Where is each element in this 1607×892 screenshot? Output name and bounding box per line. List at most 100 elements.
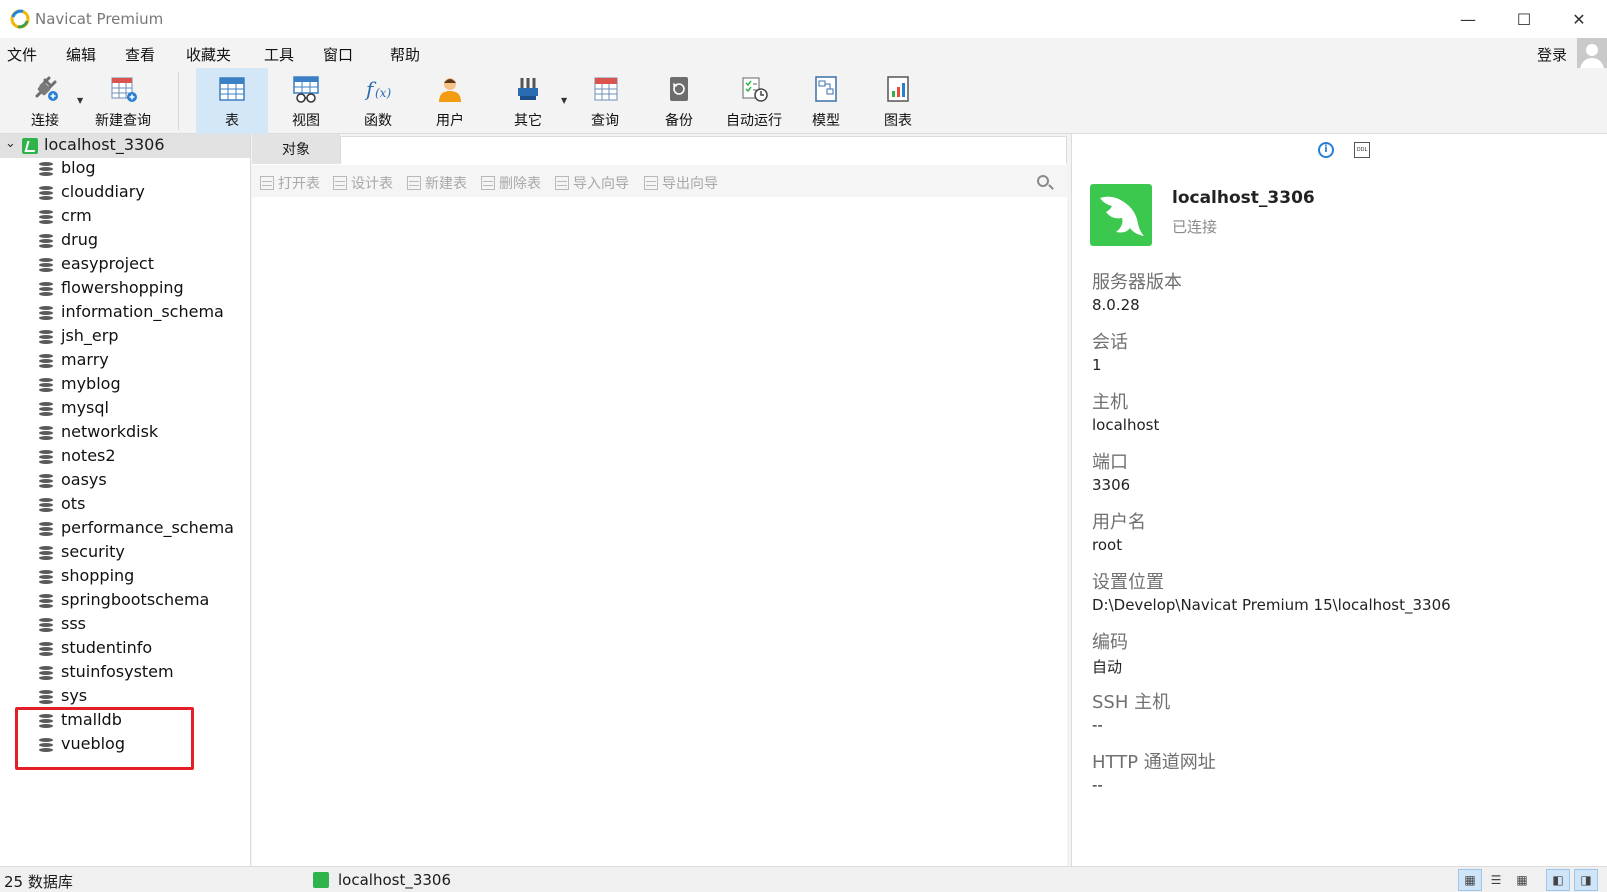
info-field-value: D:\Develop\Navicat Premium 15\localhost_… (1092, 596, 1451, 614)
object-pane: 对象 打开表 设计表 新建表 删除表 导入向导 导出向导 (252, 134, 1067, 866)
tree-database-item[interactable]: networkdisk (0, 422, 250, 446)
database-label: crm (61, 206, 92, 225)
database-icon (39, 330, 53, 346)
tab-objects[interactable]: 对象 (252, 134, 340, 164)
open-table-button[interactable]: 打开表 (260, 173, 320, 193)
tree-database-item[interactable]: jsh_erp (0, 326, 250, 350)
info-field-value: -- (1092, 776, 1103, 794)
database-label: easyproject (61, 254, 154, 273)
database-label: blog (61, 158, 96, 177)
toolbar-automation-label: 自动运行 (726, 113, 782, 129)
mysql-dolphin-icon (1090, 184, 1152, 246)
database-icon (39, 378, 53, 394)
tree-database-item[interactable]: blog (0, 158, 250, 182)
tree-connection-localhost[interactable]: ⌄ localhost_3306 (0, 134, 250, 158)
toolbar-table[interactable]: 表 (196, 68, 268, 134)
tree-database-item[interactable]: oasys (0, 470, 250, 494)
search-icon[interactable] (1037, 175, 1049, 187)
menu-window[interactable]: 窗口 (323, 44, 353, 65)
database-icon (39, 594, 53, 610)
tree-database-item[interactable]: flowershopping (0, 278, 250, 302)
tree-database-item[interactable]: mysql (0, 398, 250, 422)
menu-favorites[interactable]: 收藏夹 (186, 44, 231, 65)
info-field-value: 8.0.28 (1092, 296, 1140, 314)
toolbar-backup-label: 备份 (665, 113, 693, 129)
info-connection-status: 已连接 (1172, 218, 1218, 236)
tree-database-item[interactable]: drug (0, 230, 250, 254)
toggle-right-panel-icon[interactable]: ◨ (1574, 869, 1598, 891)
tree-database-item[interactable]: information_schema (0, 302, 250, 326)
menu-tools[interactable]: 工具 (264, 44, 294, 65)
toolbar-new-query[interactable]: 新建查询 (88, 68, 158, 134)
database-icon (39, 570, 53, 586)
tree-database-item[interactable]: performance_schema (0, 518, 250, 542)
toolbar-query[interactable]: 查询 (577, 68, 633, 134)
tree-database-item[interactable]: marry (0, 350, 250, 374)
list-view-icon[interactable]: ☰ (1484, 869, 1508, 891)
chevron-down-icon[interactable]: ▼ (561, 96, 567, 105)
delete-table-button[interactable]: 删除表 (481, 173, 541, 193)
tree-database-item[interactable]: crm (0, 206, 250, 230)
toolbar-function[interactable]: f (x) 函数 (350, 68, 406, 134)
tree-database-item[interactable]: stuinfosystem (0, 662, 250, 686)
tree-database-item[interactable]: security (0, 542, 250, 566)
tree-database-item[interactable]: clouddiary (0, 182, 250, 206)
status-connection: localhost_3306 (338, 871, 452, 889)
database-icon (39, 234, 53, 250)
tree-database-item[interactable]: shopping (0, 566, 250, 590)
info-field-label: HTTP 通道网址 (1092, 752, 1216, 773)
database-icon (39, 642, 53, 658)
database-label: oasys (61, 470, 107, 489)
menu-view[interactable]: 查看 (125, 44, 155, 65)
toolbar-automation[interactable]: 自动运行 (718, 68, 790, 134)
info-field-label: 编码 (1092, 632, 1128, 653)
toolbar-model[interactable]: 模型 (798, 68, 854, 134)
detail-view-icon[interactable]: ▦ (1510, 869, 1534, 891)
toolbar-model-label: 模型 (812, 113, 840, 129)
tree-database-item[interactable]: easyproject (0, 254, 250, 278)
tree-database-item[interactable]: sss (0, 614, 250, 638)
tree-database-item[interactable]: ots (0, 494, 250, 518)
chevron-down-icon[interactable]: ▼ (77, 96, 83, 105)
toolbar-connect[interactable]: 连接 (18, 68, 72, 134)
new-table-button[interactable]: 新建表 (407, 173, 467, 193)
grid-view-icon[interactable]: ▦ (1458, 869, 1482, 891)
login-link[interactable]: 登录 (1537, 44, 1567, 65)
import-wizard-button[interactable]: 导入向导 (555, 173, 629, 193)
info-icon[interactable]: i (1318, 142, 1334, 158)
database-label: flowershopping (61, 278, 184, 297)
menu-help[interactable]: 帮助 (390, 44, 420, 65)
menu-edit[interactable]: 编辑 (66, 44, 96, 65)
table-design-icon (333, 176, 347, 190)
tree-database-item[interactable]: notes2 (0, 446, 250, 470)
main-toolbar: 连接 ▼ 新建查询 表 视图 f (x) 函数 用户 其它 ▼ 查询 备份 自动… (0, 68, 1607, 134)
automation-icon (742, 77, 768, 102)
maximize-button[interactable]: ☐ (1496, 0, 1552, 38)
toolbar-function-label: 函数 (364, 113, 392, 129)
database-label: drug (61, 230, 99, 249)
toolbar-backup[interactable]: 备份 (651, 68, 707, 134)
tree-database-item[interactable]: myblog (0, 374, 250, 398)
export-wizard-button[interactable]: 导出向导 (644, 173, 718, 193)
info-field-label: 会话 (1092, 332, 1128, 353)
info-field-value: 3306 (1092, 476, 1131, 494)
toolbar-others[interactable]: 其它 (500, 68, 556, 134)
toggle-left-panel-icon[interactable]: ◧ (1546, 869, 1570, 891)
toolbar-user[interactable]: 用户 (422, 68, 478, 134)
table-delete-icon (481, 176, 495, 190)
design-table-button[interactable]: 设计表 (333, 173, 393, 193)
tree-database-item[interactable]: springbootschema (0, 590, 250, 614)
tree-database-item[interactable]: studentinfo (0, 638, 250, 662)
toolbar-view[interactable]: 视图 (278, 68, 334, 134)
database-icon (39, 258, 53, 274)
toolbar-chart[interactable]: 图表 (870, 68, 926, 134)
minimize-button[interactable]: — (1440, 0, 1496, 38)
model-icon (815, 76, 837, 102)
database-label: marry (61, 350, 109, 369)
close-button[interactable]: ✕ (1551, 0, 1607, 38)
database-icon (39, 450, 53, 466)
avatar[interactable] (1577, 38, 1607, 70)
ddl-icon[interactable]: DDL (1354, 142, 1370, 158)
chevron-down-icon[interactable]: ⌄ (5, 136, 16, 151)
menu-file[interactable]: 文件 (7, 44, 37, 65)
